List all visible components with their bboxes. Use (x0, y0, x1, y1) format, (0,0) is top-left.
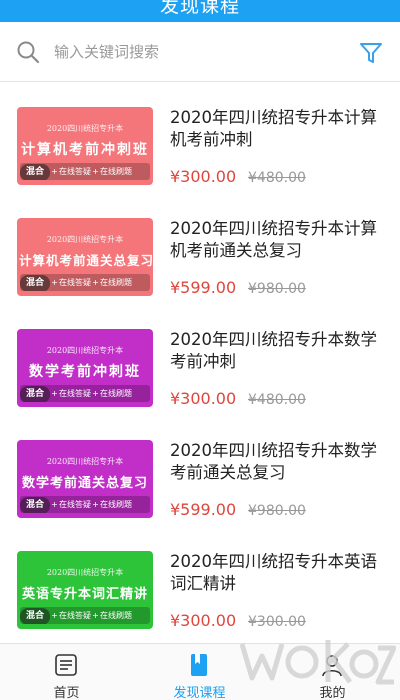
course-original-price: ¥980.00 (248, 281, 306, 297)
thumbnail-tag-row: 混合 +在线答疑+在线刷题 (20, 274, 150, 291)
home-list-icon (55, 654, 77, 676)
course-original-price: ¥300.00 (248, 614, 306, 630)
course-title[interactable]: 2020年四川统招专升本计算机考前冲刺 (170, 107, 385, 151)
thumbnail-main-text: 数学考前通关总复习 (21, 476, 148, 491)
course-original-price: ¥480.00 (248, 392, 306, 408)
bookmark-book-icon (191, 654, 207, 676)
course-thumbnail[interactable]: 2020四川统招专升本 英语专升本词汇精讲 混合 +在线答疑+在线刷题 (17, 551, 153, 629)
thumbnail-tag-mixed: 混合 (20, 386, 50, 402)
course-thumbnail[interactable]: 2020四川统招专升本 数学考前冲刺班 混合 +在线答疑+在线刷题 (17, 329, 153, 407)
course-price: ¥599.00 (170, 278, 237, 297)
course-price: ¥300.00 (170, 389, 237, 408)
tab-discover-courses[interactable]: 发现课程 (133, 644, 266, 700)
thumbnail-tag-qa: 在线答疑 (59, 500, 91, 509)
course-original-price: ¥980.00 (248, 503, 306, 519)
page-title: 发现课程 (159, 0, 240, 17)
course-item[interactable]: 2020四川统招专升本 英语专升本词汇精讲 混合 +在线答疑+在线刷题 2020年… (0, 527, 400, 638)
course-thumbnail[interactable]: 2020四川统招专升本 数学考前通关总复习 混合 +在线答疑+在线刷题 (17, 440, 153, 518)
thumbnail-tag-row: 混合 +在线答疑+在线刷题 (20, 385, 150, 402)
thumbnail-tag-practice: 在线刷题 (100, 389, 132, 398)
tab-discover-courses-label: 发现课程 (173, 686, 226, 700)
course-list[interactable]: 2020四川统招专升本 计算机考前冲刺班 混合 +在线答疑+在线刷题 2020年四… (0, 83, 400, 643)
course-title[interactable]: 2020年四川统招专升本计算机考前通关总复习 (170, 218, 385, 262)
thumbnail-tag-practice: 在线刷题 (100, 167, 132, 176)
course-title[interactable]: 2020年四川统招专升本数学考前冲刺 (170, 329, 385, 373)
thumbnail-top-text: 2020四川统招专升本 (46, 457, 124, 466)
thumbnail-top-text: 2020四川统招专升本 (46, 568, 124, 577)
course-item[interactable]: 2020四川统招专升本 计算机考前通关总复习 混合 +在线答疑+在线刷题 2020… (0, 194, 400, 305)
course-price: ¥599.00 (170, 500, 237, 519)
thumbnail-tag-qa: 在线答疑 (59, 167, 91, 176)
header-bar: 发现课程 (0, 0, 400, 22)
course-item[interactable]: 2020四川统招专升本 数学考前冲刺班 混合 +在线答疑+在线刷题 2020年四川… (0, 305, 400, 416)
thumbnail-tag-qa: 在线答疑 (59, 389, 91, 398)
thumbnail-tag-practice: 在线刷题 (100, 278, 132, 287)
thumbnail-top-text: 2020四川统招专升本 (46, 346, 124, 355)
user-icon (322, 655, 342, 677)
course-price: ¥300.00 (170, 167, 237, 186)
thumbnail-tag-mixed: 混合 (20, 497, 50, 513)
thumbnail-tag-row: 混合 +在线答疑+在线刷题 (20, 163, 150, 180)
thumbnail-main-text: 计算机考前冲刺班 (21, 142, 149, 158)
tab-home-label: 首页 (53, 686, 80, 700)
thumbnail-tag-qa: 在线答疑 (59, 611, 91, 620)
thumbnail-tag-practice: 在线刷题 (100, 500, 132, 509)
tab-mine[interactable]: 我的 (266, 644, 399, 700)
thumbnail-tag-mixed: 混合 (20, 608, 50, 624)
thumbnail-tag-row: 混合 +在线答疑+在线刷题 (20, 607, 150, 624)
course-item[interactable]: 2020四川统招专升本 计算机考前冲刺班 混合 +在线答疑+在线刷题 2020年四… (0, 83, 400, 194)
thumbnail-tag-practice: 在线刷题 (100, 611, 132, 620)
search-icon[interactable] (16, 40, 40, 64)
tab-home[interactable]: 首页 (0, 644, 133, 700)
course-thumbnail[interactable]: 2020四川统招专升本 计算机考前冲刺班 混合 +在线答疑+在线刷题 (17, 107, 153, 185)
thumbnail-tag-mixed: 混合 (20, 164, 50, 180)
thumbnail-top-text: 2020四川统招专升本 (46, 124, 124, 133)
thumbnail-main-text: 数学考前冲刺班 (29, 364, 141, 380)
thumbnail-tag-qa: 在线答疑 (59, 278, 91, 287)
course-original-price: ¥480.00 (248, 170, 306, 186)
course-title[interactable]: 2020年四川统招专升本数学考前通关总复习 (170, 440, 385, 484)
tab-mine-label: 我的 (319, 686, 346, 700)
thumbnail-top-text: 2020四川统招专升本 (46, 235, 124, 244)
thumbnail-main-text: 计算机考前通关总复习 (19, 253, 153, 268)
course-thumbnail[interactable]: 2020四川统招专升本 计算机考前通关总复习 混合 +在线答疑+在线刷题 (17, 218, 153, 296)
course-price: ¥300.00 (170, 611, 237, 630)
bottom-tab-bar: 首页 发现课程 我的 (0, 643, 400, 700)
course-title[interactable]: 2020年四川统招专升本英语词汇精讲 (170, 551, 385, 595)
filter-icon[interactable] (358, 40, 384, 66)
app-screen: 发现课程 输入关键词搜索 2020四川统招专升本 计算机考前冲刺班 混合 +在线答… (0, 0, 400, 700)
search-input[interactable]: 输入关键词搜索 (54, 42, 159, 62)
thumbnail-main-text: 英语专升本词汇精讲 (21, 587, 148, 602)
course-item[interactable]: 2020四川统招专升本 数学考前通关总复习 混合 +在线答疑+在线刷题 2020年… (0, 416, 400, 527)
thumbnail-tag-mixed: 混合 (20, 275, 50, 291)
search-bar[interactable]: 输入关键词搜索 (0, 22, 400, 82)
thumbnail-tag-row: 混合 +在线答疑+在线刷题 (20, 496, 150, 513)
